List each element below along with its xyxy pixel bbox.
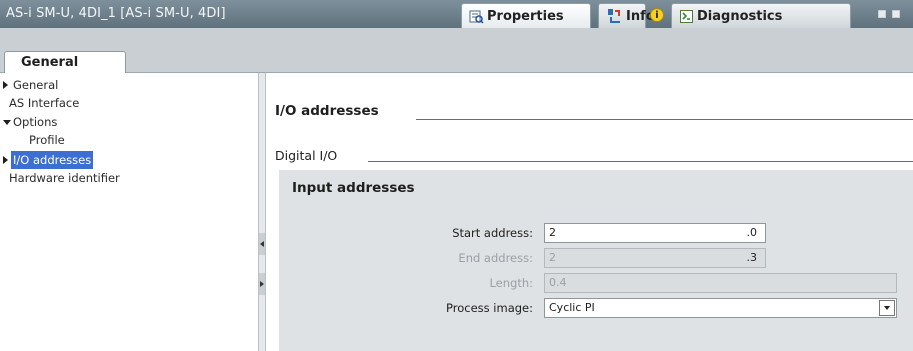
collapse-left-icon[interactable] bbox=[260, 241, 264, 247]
window-title: AS-i SM-U, 4DI_1 [AS-i SM-U, 4DI] bbox=[6, 6, 226, 21]
end-address-suffix: .3 bbox=[746, 251, 758, 264]
nav-item-label: Hardware identifier bbox=[9, 171, 120, 185]
input-addresses-group: Input addresses Start address: 2 .0 End … bbox=[279, 170, 913, 351]
end-address-value: 2 bbox=[549, 251, 556, 264]
tab-diagnostics[interactable]: Diagnostics bbox=[671, 3, 851, 28]
expand-arrow-icon[interactable] bbox=[3, 156, 8, 164]
length-label-box: Length: bbox=[279, 273, 539, 293]
subsection-divider bbox=[368, 161, 913, 162]
properties-icon bbox=[468, 8, 484, 24]
length-field: 0.4 bbox=[544, 273, 897, 293]
nav-item-label: General bbox=[13, 78, 59, 92]
diagnostics-icon bbox=[678, 8, 694, 24]
start-address-label-box: Start address: bbox=[279, 223, 539, 243]
start-address-value: 2 bbox=[549, 226, 556, 239]
inspector-title-bar: AS-i SM-U, 4DI_1 [AS-i SM-U, 4DI] Proper… bbox=[0, 0, 913, 28]
end-address-field: 2 .3 bbox=[544, 248, 766, 268]
tab-info[interactable]: Info bbox=[598, 3, 655, 28]
panel-splitter[interactable] bbox=[258, 73, 266, 351]
nav-item-label: Options bbox=[13, 115, 58, 129]
info-icon bbox=[607, 8, 623, 24]
section-divider bbox=[416, 119, 913, 120]
expand-arrow-icon[interactable] bbox=[3, 81, 8, 89]
subsection-title: Digital I/O bbox=[275, 148, 338, 163]
window-controls[interactable] bbox=[878, 8, 910, 22]
start-address-suffix: .0 bbox=[746, 226, 758, 239]
process-image-value: Cyclic PI bbox=[549, 301, 595, 314]
maximize-icon[interactable] bbox=[892, 10, 900, 18]
tab-properties-label: Properties bbox=[487, 8, 564, 24]
properties-content: I/O addresses Digital I/O Input addresse… bbox=[266, 73, 913, 351]
tab-diagnostics-label: Diagnostics bbox=[697, 8, 783, 24]
group-title: Input addresses bbox=[292, 180, 415, 196]
property-nav-tree: General AS Interface Options Profile I/O… bbox=[0, 73, 258, 351]
float-icon[interactable] bbox=[878, 10, 886, 18]
end-address-label: End address: bbox=[458, 251, 533, 265]
section-tab-strip: General bbox=[0, 28, 913, 74]
nav-item-label: I/O addresses bbox=[11, 151, 94, 169]
nav-item-label: AS Interface bbox=[9, 96, 80, 110]
chevron-down-icon[interactable] bbox=[879, 300, 895, 316]
process-image-select[interactable]: Cyclic PI bbox=[544, 298, 897, 318]
process-image-label-box: Process image: bbox=[279, 298, 539, 318]
nav-item-label: Profile bbox=[29, 133, 65, 147]
start-address-label: Start address: bbox=[452, 226, 533, 240]
collapse-arrow-icon[interactable] bbox=[3, 120, 11, 125]
info-warning-icon: i bbox=[650, 8, 664, 22]
start-address-field[interactable]: 2 .0 bbox=[544, 223, 766, 243]
length-label: Length: bbox=[489, 276, 533, 290]
length-value: 0.4 bbox=[549, 276, 567, 289]
expand-right-icon[interactable] bbox=[260, 281, 264, 287]
end-address-label-box: End address: bbox=[279, 248, 539, 268]
section-title: I/O addresses bbox=[275, 103, 379, 119]
tab-properties[interactable]: Properties bbox=[461, 3, 591, 28]
tab-general[interactable]: General bbox=[4, 51, 126, 74]
process-image-label: Process image: bbox=[446, 301, 533, 315]
